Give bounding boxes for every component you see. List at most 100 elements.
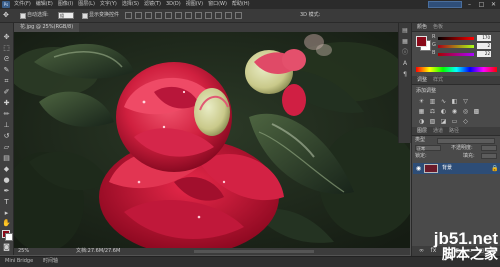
hand-tool-icon[interactable]: ✋ — [2, 219, 11, 228]
menu-window[interactable]: 窗口(W) — [208, 1, 227, 8]
move-tool-icon[interactable]: ✥ — [3, 11, 13, 20]
type-tool-icon[interactable]: T — [2, 198, 11, 207]
align-top-icon[interactable] — [125, 12, 132, 19]
color-balance-icon[interactable]: ⚖ — [429, 108, 436, 115]
history-icon[interactable]: ▤ — [401, 27, 409, 35]
slider-g-value[interactable]: 2 — [477, 43, 491, 49]
blend-mode-select[interactable]: 正常 — [415, 145, 441, 151]
distribute-left-icon[interactable] — [215, 12, 222, 19]
healing-tool-icon[interactable]: ✚ — [2, 99, 11, 108]
color-lookup-icon[interactable]: ▩ — [473, 108, 480, 115]
history-brush-tool-icon[interactable]: ↺ — [2, 132, 11, 141]
close-button[interactable]: ✕ — [489, 1, 498, 8]
quick-select-tool-icon[interactable]: ✎ — [2, 66, 11, 75]
workspace-switcher[interactable] — [428, 1, 462, 8]
align-bottom-icon[interactable] — [145, 12, 152, 19]
tab-adjustments[interactable]: 调整 — [414, 76, 430, 84]
tab-styles[interactable]: 样式 — [430, 76, 446, 84]
crop-tool-icon[interactable]: ⌗ — [2, 77, 11, 86]
menu-image[interactable]: 图像(I) — [58, 1, 73, 8]
properties-icon[interactable]: ▦ — [401, 38, 409, 46]
eraser-tool-icon[interactable]: ▱ — [2, 143, 11, 152]
show-transform-checkbox[interactable] — [82, 13, 88, 19]
tab-swatches[interactable]: 色板 — [430, 23, 446, 31]
gradient-tool-icon[interactable]: ▤ — [2, 154, 11, 163]
layer-filter-field[interactable] — [437, 138, 495, 144]
align-hcenter-icon[interactable] — [165, 12, 172, 19]
align-vcenter-icon[interactable] — [135, 12, 142, 19]
menu-filter[interactable]: 滤镜(T) — [144, 1, 161, 8]
quick-mask-icon[interactable]: ◙ — [2, 243, 11, 252]
color-spectrum-bar[interactable] — [416, 67, 497, 72]
tab-color[interactable]: 颜色 — [414, 23, 430, 31]
channel-mixer-icon[interactable]: ◎ — [462, 108, 469, 115]
stamp-tool-icon[interactable]: ⊥ — [2, 121, 11, 130]
align-right-icon[interactable] — [175, 12, 182, 19]
slider-r-track[interactable] — [438, 37, 474, 40]
document-tab[interactable]: 花.jpg @ 25%(RGB/8) — [14, 23, 80, 32]
distribute-right-icon[interactable] — [235, 12, 242, 19]
levels-icon[interactable]: ▥ — [429, 98, 436, 105]
posterize-icon[interactable]: ▧ — [429, 118, 436, 125]
curves-icon[interactable]: ∿ — [440, 98, 447, 105]
lasso-tool-icon[interactable]: ᘓ — [2, 55, 11, 64]
opacity-field[interactable] — [481, 145, 497, 151]
slider-b-track[interactable] — [438, 53, 474, 56]
panel-foreground-swatch[interactable] — [416, 36, 427, 47]
distribute-vcenter-icon[interactable] — [195, 12, 202, 19]
gradient-map-icon[interactable]: ▭ — [451, 118, 458, 125]
menu-view[interactable]: 视图(V) — [186, 1, 203, 8]
selective-color-icon[interactable]: ◇ — [462, 118, 469, 125]
menu-type[interactable]: 文字(Y) — [100, 1, 117, 8]
distribute-hcenter-icon[interactable] — [225, 12, 232, 19]
layer-name[interactable]: 背景 — [442, 165, 452, 172]
vibrance-icon[interactable]: ▽ — [462, 98, 469, 105]
auto-select-checkbox[interactable] — [20, 13, 26, 19]
hue-saturation-icon[interactable]: ▦ — [418, 108, 425, 115]
paragraph-icon[interactable]: ¶ — [401, 71, 409, 79]
visibility-eye-icon[interactable]: ◉ — [415, 165, 422, 172]
maximize-button[interactable]: □ — [477, 1, 486, 8]
menu-help[interactable]: 帮助(H) — [232, 1, 250, 8]
link-layers-icon[interactable]: ∞ — [418, 246, 425, 256]
brush-tool-icon[interactable]: ✏ — [2, 110, 11, 119]
tab-paths[interactable]: 路径 — [446, 127, 462, 135]
mini-bridge-tab[interactable]: Mini Bridge — [2, 257, 36, 266]
minimize-button[interactable]: – — [465, 1, 474, 8]
black-white-icon[interactable]: ◐ — [440, 108, 447, 115]
distribute-top-icon[interactable] — [185, 12, 192, 19]
pen-tool-icon[interactable]: ✒ — [2, 187, 11, 196]
slider-r-value[interactable]: 170 — [477, 35, 491, 41]
menu-layer[interactable]: 图层(L) — [78, 1, 95, 8]
zoom-level[interactable]: 25% — [18, 248, 29, 255]
dodge-tool-icon[interactable]: ● — [2, 176, 11, 185]
slider-g-track[interactable] — [438, 45, 474, 48]
blur-tool-icon[interactable]: ◆ — [2, 165, 11, 174]
exposure-icon[interactable]: ◧ — [451, 98, 458, 105]
distribute-bottom-icon[interactable] — [205, 12, 212, 19]
timeline-tab[interactable]: 时间轴 — [40, 257, 61, 266]
marquee-tool-icon[interactable]: ⬚ — [2, 44, 11, 53]
menu-file[interactable]: 文件(F) — [14, 1, 31, 8]
horizontal-scrollbar[interactable] — [194, 250, 314, 253]
photo-filter-icon[interactable]: ◉ — [451, 108, 458, 115]
fill-field[interactable] — [481, 153, 497, 159]
threshold-icon[interactable]: ◪ — [440, 118, 447, 125]
layer-row-background[interactable]: ◉ 背景 🔒 — [413, 163, 500, 174]
move-tool-icon[interactable]: ✥ — [2, 33, 11, 42]
brightness-icon[interactable]: ☀ — [418, 98, 425, 105]
path-select-tool-icon[interactable]: ▸ — [2, 209, 11, 218]
menu-edit[interactable]: 编辑(E) — [36, 1, 53, 8]
info-icon[interactable]: ⓘ — [401, 49, 409, 57]
menu-select[interactable]: 选择(S) — [122, 1, 139, 8]
menu-3d[interactable]: 3D(D) — [166, 1, 181, 8]
character-icon[interactable]: A — [401, 60, 409, 68]
document-canvas[interactable] — [14, 32, 410, 248]
background-color-swatch[interactable] — [5, 233, 13, 241]
invert-icon[interactable]: ◑ — [418, 118, 425, 125]
slider-b-value[interactable]: 22 — [477, 51, 491, 57]
eyedropper-tool-icon[interactable]: ✐ — [2, 88, 11, 97]
tab-layers[interactable]: 图层 — [414, 127, 430, 135]
auto-select-dropdown[interactable]: 组 — [58, 12, 74, 19]
tab-channels[interactable]: 通道 — [430, 127, 446, 135]
